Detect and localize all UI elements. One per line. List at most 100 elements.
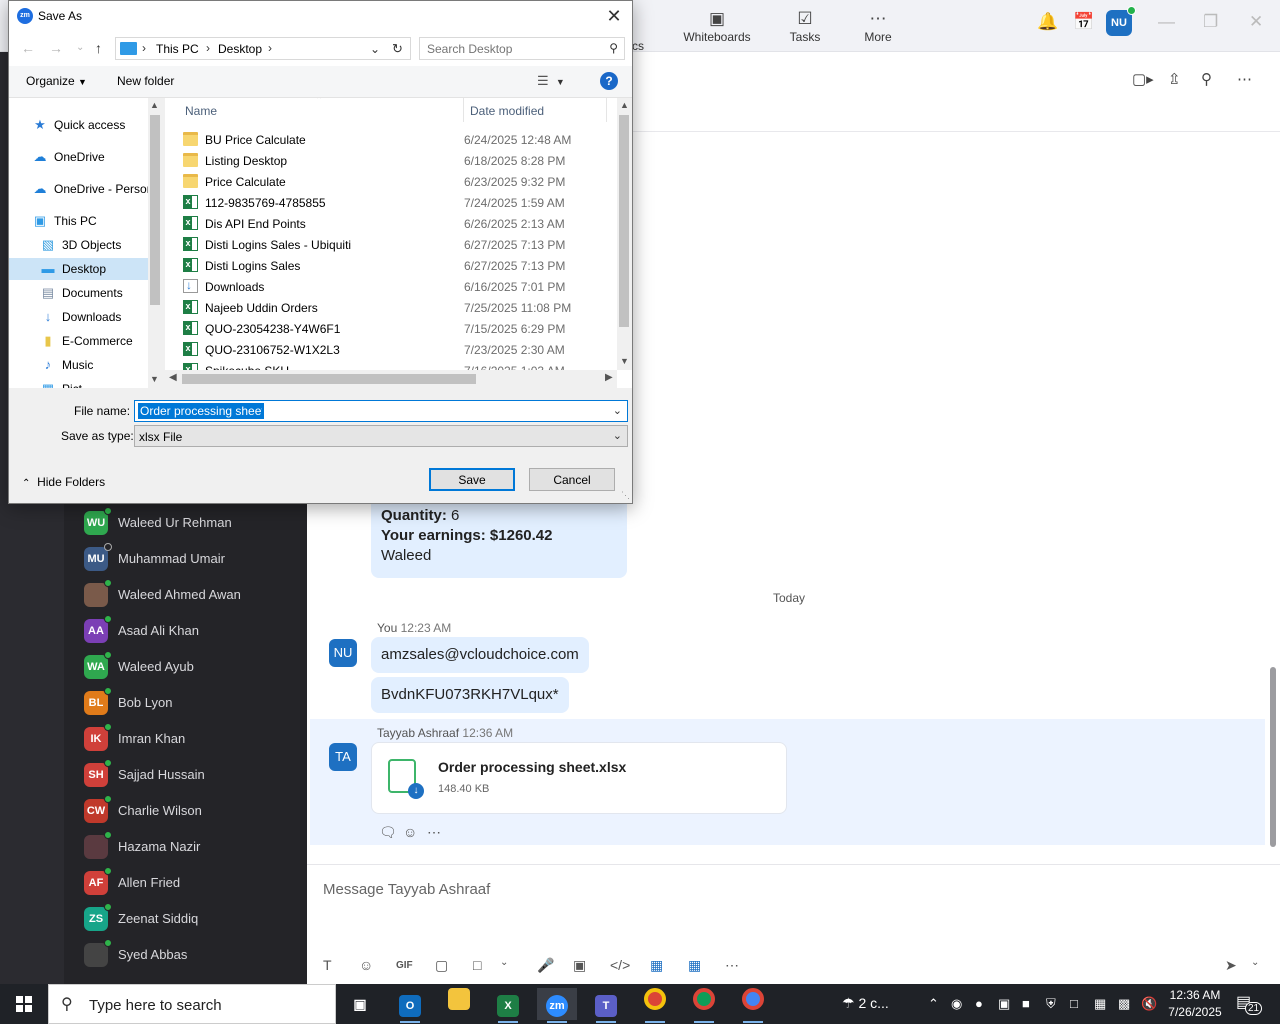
scroll-up-icon[interactable]: ▲ <box>620 100 629 110</box>
send-options-chevron-icon[interactable]: ⌄ <box>1251 957 1259 968</box>
tray-app-icon-2[interactable]: ▦ <box>1094 996 1106 1012</box>
file-name-combobox[interactable]: ⌄ <box>134 400 628 422</box>
task-view-button[interactable]: ▣ <box>340 988 380 1020</box>
nav-scroll-thumb[interactable] <box>150 115 160 305</box>
contact-item[interactable]: AF Allen Fried <box>84 866 304 902</box>
tray-chrome-icon[interactable]: ◉ <box>951 996 962 1012</box>
contact-item[interactable]: IK Imran Khan <box>84 722 304 758</box>
scroll-up-icon[interactable]: ▲ <box>150 100 159 110</box>
taskbar-zoom[interactable]: zm <box>537 988 577 1023</box>
close-window-icon[interactable]: ✕ <box>1249 12 1263 32</box>
refresh-icon[interactable]: ↻ <box>392 41 403 57</box>
save-as-type-select[interactable]: xlsx File ⌄ <box>134 425 628 447</box>
notification-center[interactable]: ▤ 21 <box>1236 992 1263 1015</box>
column-header-name[interactable]: Name <box>185 104 217 118</box>
code-snippet-icon[interactable]: </> <box>610 957 630 973</box>
file-row[interactable]: Dis API End Points 6/26/2025 2:13 AM <box>179 213 617 234</box>
share-screen-icon[interactable]: ⇫ <box>1168 70 1181 88</box>
send-icon[interactable]: ➤ <box>1225 957 1237 974</box>
nav-item-music[interactable]: ♪ Music <box>9 354 149 376</box>
message-password[interactable]: BvdnKFU073RKH7VLqux* <box>371 677 569 713</box>
chevron-down-icon[interactable]: ⌄ <box>500 957 508 968</box>
organize-button[interactable]: Organize ▼ <box>26 74 87 88</box>
contact-item[interactable]: ZS Zeenat Siddiq <box>84 902 304 938</box>
microphone-icon[interactable]: 🎤 <box>537 957 554 974</box>
tayyab-avatar[interactable]: TA <box>329 743 357 771</box>
scroll-down-icon[interactable]: ▼ <box>620 356 629 366</box>
more-options-icon[interactable]: ⋯ <box>1237 70 1252 88</box>
scroll-down-icon[interactable]: ▼ <box>150 374 159 384</box>
address-bar[interactable]: › This PC › Desktop › ⌄ ↻ <box>115 37 411 60</box>
file-row[interactable]: QUO-23106752-W1X2L3 7/23/2025 2:30 AM <box>179 339 617 360</box>
file-row[interactable]: Najeeb Uddin Orders 7/25/2025 11:08 PM <box>179 297 617 318</box>
reply-icon[interactable]: 🗨 <box>379 824 397 841</box>
file-row[interactable]: Listing Desktop 6/18/2025 8:28 PM <box>179 150 617 171</box>
search-input[interactable] <box>420 38 600 59</box>
nav-item-onedrive-persor[interactable]: ☁ OneDrive - Persor <box>9 178 151 200</box>
new-folder-button[interactable]: New folder <box>117 74 174 88</box>
cancel-button[interactable]: Cancel <box>529 468 615 491</box>
show-hidden-icons-chevron-icon[interactable]: ⌃ <box>928 996 939 1012</box>
breadcrumb-this-pc[interactable]: This PC <box>156 42 199 56</box>
recent-chevron-icon[interactable]: ⌄ <box>76 42 84 53</box>
contact-item[interactable]: Syed Abbas <box>84 938 304 974</box>
chevron-down-icon[interactable]: ⌄ <box>613 404 622 417</box>
address-dropdown-chevron-icon[interactable]: ⌄ <box>370 42 380 56</box>
save-button[interactable]: Save <box>429 468 515 491</box>
file-row[interactable]: Downloads 6/16/2025 7:01 PM <box>179 276 617 297</box>
contact-item[interactable]: SH Sajjad Hussain <box>84 758 304 794</box>
taskbar-chrome-1[interactable] <box>635 988 675 1023</box>
compose-box[interactable]: Message Tayyab Ashraaf T ☺ GIF ▢ □ ⌄ 🎤 ▣… <box>307 864 1280 984</box>
back-arrow-icon[interactable]: ← <box>21 40 35 56</box>
search-desktop-box[interactable]: ⚲ <box>419 37 625 60</box>
file-row[interactable]: 112-9835769-4785855 7/24/2025 1:59 AM <box>179 192 617 213</box>
app-integration-icon-2[interactable]: ▦ <box>688 957 701 974</box>
minimize-icon[interactable]: — <box>1158 12 1175 32</box>
up-arrow-icon[interactable]: ↑ <box>95 40 102 56</box>
restore-icon[interactable]: ❐ <box>1203 12 1218 32</box>
breadcrumb-desktop[interactable]: Desktop <box>218 42 262 56</box>
column-header-date-modified[interactable]: Date modified <box>470 104 544 118</box>
nav-item-e-commerce[interactable]: ▮ E-Commerce <box>9 330 149 352</box>
file-row[interactable]: QUO-23054238-Y4W6F1 7/15/2025 6:29 PM <box>179 318 617 339</box>
compose-input[interactable]: Message Tayyab Ashraaf <box>323 881 490 898</box>
top-nav-more[interactable]: ⋯ More <box>838 8 918 48</box>
taskbar-excel[interactable]: X <box>488 988 528 1023</box>
contact-item[interactable]: Hazama Nazir <box>84 830 304 866</box>
nav-item-downloads[interactable]: ↓ Downloads <box>9 306 149 328</box>
download-icon[interactable]: ↓ <box>408 783 424 799</box>
chat-scrollbar[interactable] <box>1270 667 1276 847</box>
contact-item[interactable]: CW Charlie Wilson <box>84 794 304 830</box>
view-options-button[interactable]: ☰ ▼ <box>537 73 565 89</box>
app-integration-icon[interactable]: ▦ <box>650 957 663 974</box>
scroll-right-icon[interactable]: ▶ <box>605 372 613 383</box>
contact-item[interactable]: WU Waleed Ur Rehman <box>84 506 304 542</box>
bell-icon[interactable]: 🔔 <box>1037 12 1058 32</box>
contact-item[interactable]: WA Waleed Ayub <box>84 650 304 686</box>
top-nav-whiteboards[interactable]: ▣ Whiteboards <box>677 8 757 48</box>
tray-zoom-icon[interactable]: ● <box>975 996 983 1011</box>
message-email[interactable]: amzsales@vcloudchoice.com <box>371 637 589 673</box>
file-row[interactable]: Price Calculate 6/23/2025 9:32 PM <box>179 171 617 192</box>
file-list-horizontal-scrollbar[interactable]: ◀ ▶ <box>165 370 617 388</box>
help-icon[interactable]: ? <box>600 72 618 90</box>
network-icon[interactable]: ▩ <box>1118 996 1130 1012</box>
top-nav-tasks[interactable]: ☑ Tasks <box>765 8 845 48</box>
tray-teams-icon[interactable]: ■ <box>1022 996 1030 1011</box>
nav-pane-scrollbar[interactable]: ▲ ▼ <box>148 98 163 388</box>
file-row[interactable]: Disti Logins Sales - Ubiquiti 6/27/2025 7… <box>179 234 617 255</box>
hide-folders-button[interactable]: ⌃ Hide Folders <box>22 475 105 489</box>
nav-item-3d-objects[interactable]: ▧ 3D Objects <box>9 234 149 256</box>
forward-arrow-icon[interactable]: → <box>49 40 63 56</box>
tray-app-icon[interactable]: □ <box>1070 996 1078 1011</box>
calendar-icon[interactable]: 📅 <box>1073 12 1094 32</box>
taskbar-file-explorer[interactable] <box>439 988 479 1020</box>
nav-item-this-pc[interactable]: ▣ This PC <box>9 210 149 232</box>
search-icon[interactable]: ⚲ <box>1201 70 1212 88</box>
nav-item-desktop[interactable]: ▬ Desktop <box>9 258 149 280</box>
message-more-icon[interactable]: ⋯ <box>427 824 441 841</box>
tray-outlook-icon[interactable]: ▣ <box>998 996 1010 1012</box>
nav-item-quick-access[interactable]: ★ Quick access <box>9 114 149 136</box>
file-vscroll-thumb[interactable] <box>619 115 629 327</box>
nav-item-pict[interactable]: ▦Pict <box>9 378 149 389</box>
